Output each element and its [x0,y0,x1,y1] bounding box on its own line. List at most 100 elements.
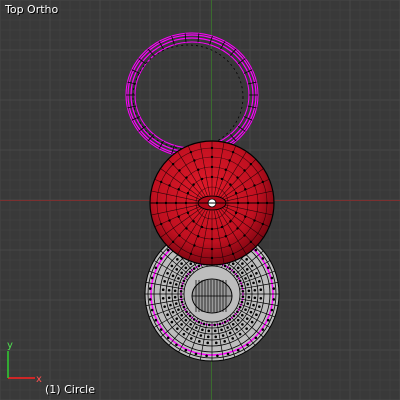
disk-vertex [167,288,171,292]
disk-vertex [185,274,188,278]
disk-vertex [179,295,183,299]
sphere-vertex [197,168,200,171]
sphere-vertex [243,234,246,237]
disk-vertex [192,318,196,321]
disk-vertex [150,308,154,312]
disk-vertex [182,332,186,336]
disk-vertex [197,320,201,324]
disk-vertex [176,327,179,330]
disk-vertex [173,295,177,299]
sphere-vertex [159,180,163,184]
disk-vertex [216,354,219,358]
sphere-vertex [224,168,227,171]
sphere-vertex [210,175,214,179]
disk-vertex [241,323,244,326]
disk-vertex [174,283,178,286]
sphere-vertex [197,235,200,238]
disk-vertex [185,310,188,314]
disk-vertex [148,287,152,290]
disk-vertex [249,310,253,314]
sphere-vertex [210,165,214,169]
disk-vertex [236,274,239,278]
disk-vertex [241,262,244,265]
disk-vertex [180,284,184,288]
disk-vertex [169,281,172,285]
ring-torus-mesh[interactable] [125,32,259,158]
sphere-vertex [192,183,195,186]
sphere-vertex [244,215,247,218]
disk-vertex [231,262,235,265]
sphere-vertex [171,162,175,166]
3d-viewport[interactable]: x y Top Ortho (1) Circle [0,0,400,400]
sphere-vertex [210,146,214,150]
sphere-vertex [229,220,232,223]
disk-vertex [245,258,248,261]
disk-vertex [176,258,179,261]
disk-vertex [161,296,165,300]
sphere-vertex [185,227,188,230]
sphere-vertex [200,225,204,229]
disk-vertex [236,266,240,270]
disk-vertex [261,257,265,260]
disk-vertex [167,296,171,300]
disk-vertex [166,336,170,340]
sphere-mesh[interactable] [149,140,275,266]
disk-vertex [270,276,274,280]
disk-vertex [174,302,178,305]
sphere-vertex [200,177,204,181]
sphere-vertex [171,240,175,244]
disk-vertex [245,327,248,330]
gizmo-y-label: y [7,340,13,351]
disk-vertex [240,284,244,288]
disk-vertex [213,329,217,333]
sphere-vertex [186,211,190,215]
disk-vertex [207,329,211,333]
disk-vertex [231,337,235,340]
disk-vertex [236,310,239,314]
sphere-vertex [192,220,195,223]
disk-vertex [163,280,166,283]
sphere-vertex [229,183,232,186]
disk-vertex [223,320,227,324]
disk-vertex [214,341,218,345]
disk-vertex [207,323,211,327]
disk-vertex [258,280,261,283]
sphere-vertex [177,215,180,218]
disk-vertex [228,267,232,270]
disk-vertex [180,271,183,275]
disk-vertex [261,328,265,331]
viewport-scene[interactable]: x y [0,0,400,400]
sphere-vertex [210,237,214,241]
disk-vertex [180,313,183,317]
disk-vertex [189,323,193,326]
disk-vertex [180,300,184,304]
disk-vertex [170,320,174,324]
sphere-vertex [220,225,224,229]
disk-vertex [241,313,244,317]
axis-gizmo: x y [7,340,42,385]
disk-vertex [241,289,245,293]
disk-vertex [175,268,179,271]
disk-vertex [247,289,251,293]
disk-vertex [184,318,188,322]
sphere-vertex [159,222,163,226]
disk-vertex [188,270,192,274]
disk-vertex [258,305,261,308]
gizmo-x-label: x [36,374,42,385]
disk-vertex [194,352,198,356]
disk-vertex [150,276,154,280]
disk-vertex [177,277,180,280]
torus-edge-loop [130,37,254,153]
disk-vertex [199,334,203,337]
disk-vertex [232,314,236,318]
disk-vertex [170,264,174,268]
disk-vertex [182,305,186,309]
active-object-label: (1) Circle [45,383,95,396]
disk-vertex [238,305,242,309]
sphere-vertex [178,169,181,172]
sphere-vertex [189,150,193,154]
disk-vertex [206,341,210,345]
torus-edge-loop [125,32,259,158]
disk-vertex [220,328,223,332]
disk-vertex [250,320,254,324]
